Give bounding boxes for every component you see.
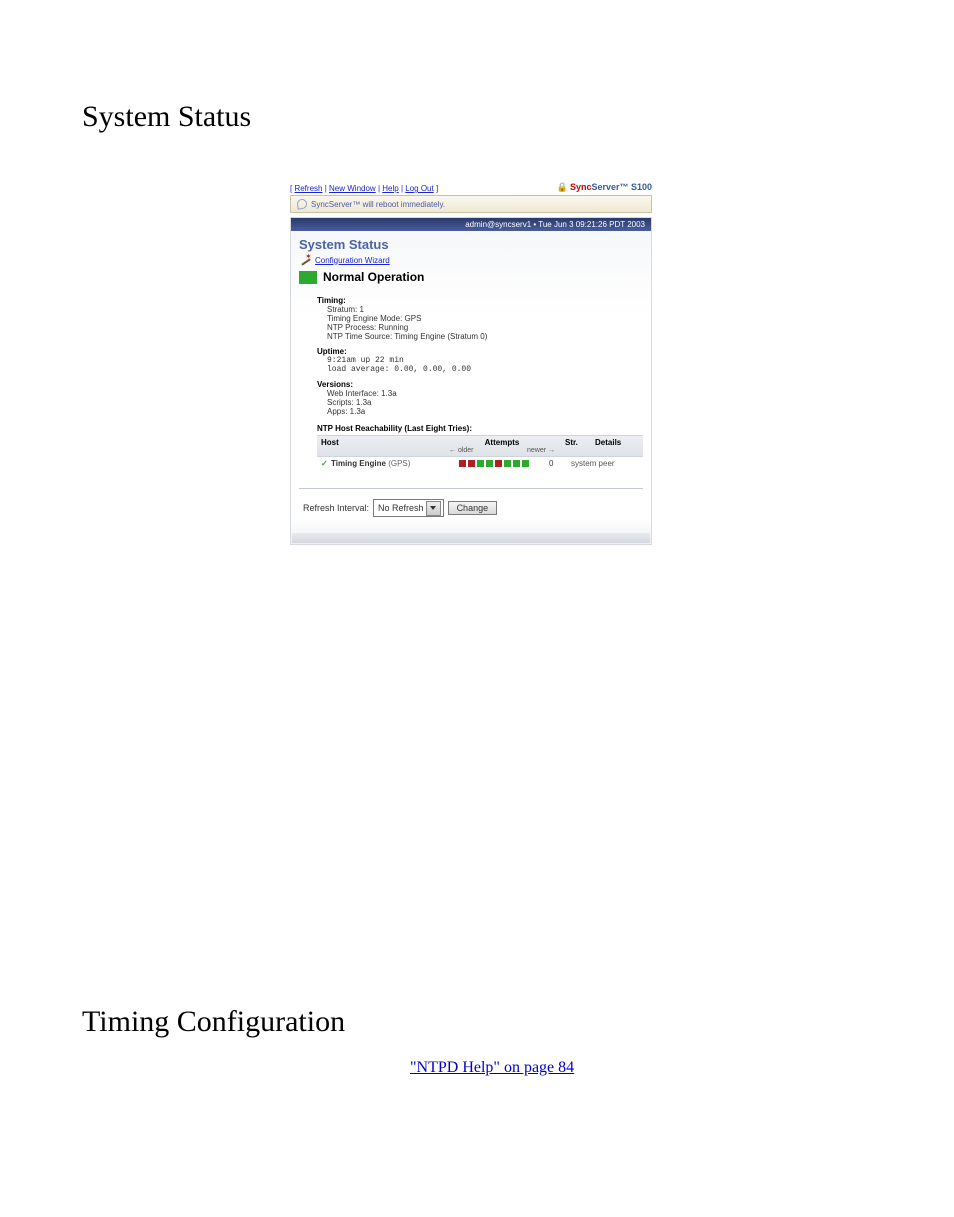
reachability-title: NTP Host Reachability (Last Eight Tries)… bbox=[291, 416, 651, 435]
main-panel: admin@syncserv1 • Tue Jun 3 09:21:26 PDT… bbox=[290, 217, 652, 545]
table-header-row: Host Attempts ← older newer → Str. Detai… bbox=[317, 435, 643, 457]
col-attempts: Attempts ← older newer → bbox=[443, 436, 561, 456]
link-new-window[interactable]: New Window bbox=[329, 184, 376, 193]
versions-web: Web Interface: 1.3a bbox=[317, 389, 643, 398]
panel-title: System Status bbox=[291, 231, 651, 254]
speech-bubble-icon bbox=[297, 199, 307, 209]
refresh-value: No Refresh bbox=[378, 503, 424, 513]
timing-stratum: Stratum: 1 bbox=[317, 305, 643, 314]
timing-mode: Timing Engine Mode: GPS bbox=[317, 314, 643, 323]
col-attempts-label: Attempts bbox=[447, 438, 557, 447]
lock-icon: 🔒 bbox=[557, 182, 568, 192]
timing-source: NTP Time Source: Timing Engine (Stratum … bbox=[317, 332, 643, 341]
refresh-label: Refresh Interval: bbox=[303, 503, 369, 513]
normal-operation-label: Normal Operation bbox=[323, 270, 424, 284]
link-refresh[interactable]: Refresh bbox=[294, 184, 322, 193]
row-details: system peer bbox=[571, 459, 639, 468]
versions-scripts: Scripts: 1.3a bbox=[317, 398, 643, 407]
panel-footer-bar bbox=[292, 533, 650, 543]
bracket-close: ] bbox=[436, 184, 438, 193]
info-block: Timing: Stratum: 1 Timing Engine Mode: G… bbox=[291, 296, 651, 416]
brand-part1: Sync bbox=[570, 182, 592, 192]
attempt-5-fail-icon bbox=[495, 460, 502, 467]
change-button[interactable]: Change bbox=[448, 501, 498, 515]
attempt-7-ok-icon bbox=[513, 460, 520, 467]
heading-timing-configuration: Timing Configuration bbox=[0, 965, 954, 1039]
versions-heading: Versions: bbox=[317, 380, 643, 389]
reboot-banner: SyncServer™ will reboot immediately. bbox=[290, 195, 652, 213]
attempt-squares bbox=[439, 460, 549, 467]
col-details: Details bbox=[591, 436, 643, 456]
brand-label: 🔒SyncServer™ S100 bbox=[557, 182, 652, 193]
top-link-bar: [ Refresh | New Window | Help | Log Out … bbox=[290, 182, 652, 195]
newer-label: newer → bbox=[527, 447, 555, 454]
admin-status-bar: admin@syncserv1 • Tue Jun 3 09:21:26 PDT… bbox=[291, 218, 651, 231]
attempt-3-ok-icon bbox=[477, 460, 484, 467]
attempt-1-fail-icon bbox=[459, 460, 466, 467]
status-indicator-icon bbox=[299, 271, 317, 284]
row-host: Timing Engine bbox=[331, 459, 386, 468]
col-stratum: Str. bbox=[561, 436, 591, 456]
screenshot-panel: [ Refresh | New Window | Help | Log Out … bbox=[290, 182, 652, 545]
top-links-left: [ Refresh | New Window | Help | Log Out … bbox=[290, 184, 438, 193]
col-host: Host bbox=[317, 436, 443, 456]
refresh-interval-select[interactable]: No Refresh bbox=[373, 499, 444, 517]
attempt-6-ok-icon bbox=[504, 460, 511, 467]
link-log-out[interactable]: Log Out bbox=[405, 184, 433, 193]
row-stratum: 0 bbox=[549, 459, 571, 468]
check-icon: ✓ bbox=[321, 459, 331, 468]
uptime-line1: 9:21am up 22 min bbox=[317, 356, 643, 365]
chevron-down-icon bbox=[426, 501, 441, 516]
heading-system-status: System Status bbox=[0, 0, 954, 134]
timing-heading: Timing: bbox=[317, 296, 643, 305]
older-label: ← older bbox=[449, 447, 474, 454]
link-ntpd-help[interactable]: "NTPD Help" on page 84 bbox=[410, 1059, 574, 1076]
table-row: ✓ Timing Engine (GPS) 0 bbox=[317, 457, 643, 470]
versions-apps: Apps: 1.3a bbox=[317, 407, 643, 416]
link-help[interactable]: Help bbox=[382, 184, 398, 193]
wizard-icon bbox=[299, 254, 311, 266]
reboot-text: SyncServer™ will reboot immediately. bbox=[311, 200, 445, 209]
reachability-table: Host Attempts ← older newer → Str. Detai… bbox=[317, 435, 643, 470]
attempt-2-fail-icon bbox=[468, 460, 475, 467]
link-configuration-wizard[interactable]: Configuration Wizard bbox=[315, 256, 390, 265]
attempt-4-ok-icon bbox=[486, 460, 493, 467]
attempt-8-ok-icon bbox=[522, 460, 529, 467]
row-host-sub: (GPS) bbox=[386, 459, 410, 468]
uptime-heading: Uptime: bbox=[317, 347, 643, 356]
brand-part2: Server™ S100 bbox=[591, 182, 652, 192]
uptime-line2: load average: 0.00, 0.00, 0.00 bbox=[317, 365, 643, 374]
timing-process: NTP Process: Running bbox=[317, 323, 643, 332]
